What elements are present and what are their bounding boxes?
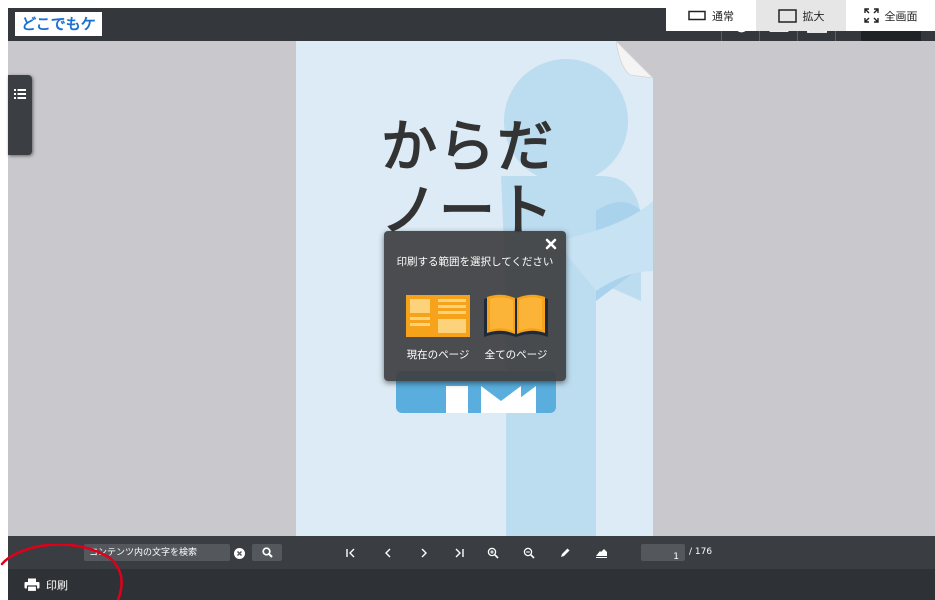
cover-title: からだ ノート bbox=[381, 116, 555, 244]
dialog-title: 印刷する範囲を選択してください bbox=[396, 256, 554, 268]
print-range-dialog: 印刷する範囲を選択してください 現在のページ 全てのページ bbox=[384, 231, 566, 381]
zoom-in-button[interactable] bbox=[484, 545, 502, 561]
zoom-out-button[interactable] bbox=[520, 545, 538, 561]
eraser-icon bbox=[595, 549, 607, 558]
first-page-button[interactable] bbox=[342, 545, 360, 561]
chevron-right-icon bbox=[421, 548, 427, 558]
left-margin bbox=[0, 0, 8, 600]
page-number-input[interactable] bbox=[641, 548, 681, 566]
view-zoom-button[interactable]: 拡大 bbox=[756, 0, 846, 31]
clear-search-icon[interactable] bbox=[234, 548, 245, 559]
page-curl-corner[interactable] bbox=[616, 41, 653, 78]
page-number-box bbox=[641, 544, 685, 566]
chevron-left-icon bbox=[385, 548, 391, 558]
zoom-in-icon bbox=[487, 547, 499, 559]
search-input[interactable] bbox=[89, 544, 209, 561]
print-all-pages-label: 全てのページ bbox=[484, 349, 548, 361]
print-button[interactable]: 印刷 bbox=[24, 576, 68, 594]
previous-page-button[interactable] bbox=[379, 545, 397, 561]
print-label: 印刷 bbox=[46, 579, 68, 592]
print-all-pages-button[interactable]: 全てのページ bbox=[476, 293, 556, 362]
printer-icon bbox=[24, 578, 40, 592]
navigation-toolbar bbox=[8, 536, 935, 569]
fullscreen-icon bbox=[863, 8, 879, 23]
search-icon bbox=[261, 547, 273, 558]
print-current-page-button[interactable]: 現在のページ bbox=[398, 293, 478, 362]
search-button[interactable] bbox=[252, 544, 282, 561]
view-fullscreen-button[interactable]: 全画面 bbox=[846, 0, 935, 31]
normal-view-icon bbox=[688, 10, 706, 21]
close-icon[interactable] bbox=[544, 237, 558, 251]
zoom-out-icon bbox=[523, 547, 535, 559]
list-icon bbox=[14, 84, 26, 155]
view-normal-label: 通常 bbox=[712, 9, 734, 23]
eraser-tool-button[interactable] bbox=[592, 545, 610, 561]
last-page-button[interactable] bbox=[450, 545, 468, 561]
pencil-icon bbox=[561, 548, 570, 557]
view-zoom-label: 拡大 bbox=[802, 9, 825, 23]
view-normal-button[interactable]: 通常 bbox=[666, 0, 756, 31]
bottom-bar: 印刷 bbox=[8, 569, 935, 600]
first-page-icon bbox=[346, 548, 355, 558]
zoom-view-icon bbox=[777, 8, 797, 23]
print-current-page-label: 現在のページ bbox=[406, 349, 470, 361]
app-logo[interactable]: どこでもケア bbox=[15, 12, 102, 57]
app-root: どこでもケア bbox=[0, 0, 935, 600]
last-page-icon bbox=[455, 548, 464, 558]
sidebar-toggle-button[interactable] bbox=[8, 75, 32, 155]
search-box bbox=[84, 544, 245, 561]
pen-tool-button[interactable] bbox=[556, 545, 574, 561]
next-page-button[interactable] bbox=[415, 545, 433, 561]
page-total: / 176 bbox=[689, 547, 713, 557]
open-book-icon bbox=[484, 294, 548, 337]
single-page-icon bbox=[406, 295, 470, 337]
view-fullscreen-label: 全画面 bbox=[884, 9, 918, 23]
cover-title-line1: からだ bbox=[381, 115, 555, 180]
